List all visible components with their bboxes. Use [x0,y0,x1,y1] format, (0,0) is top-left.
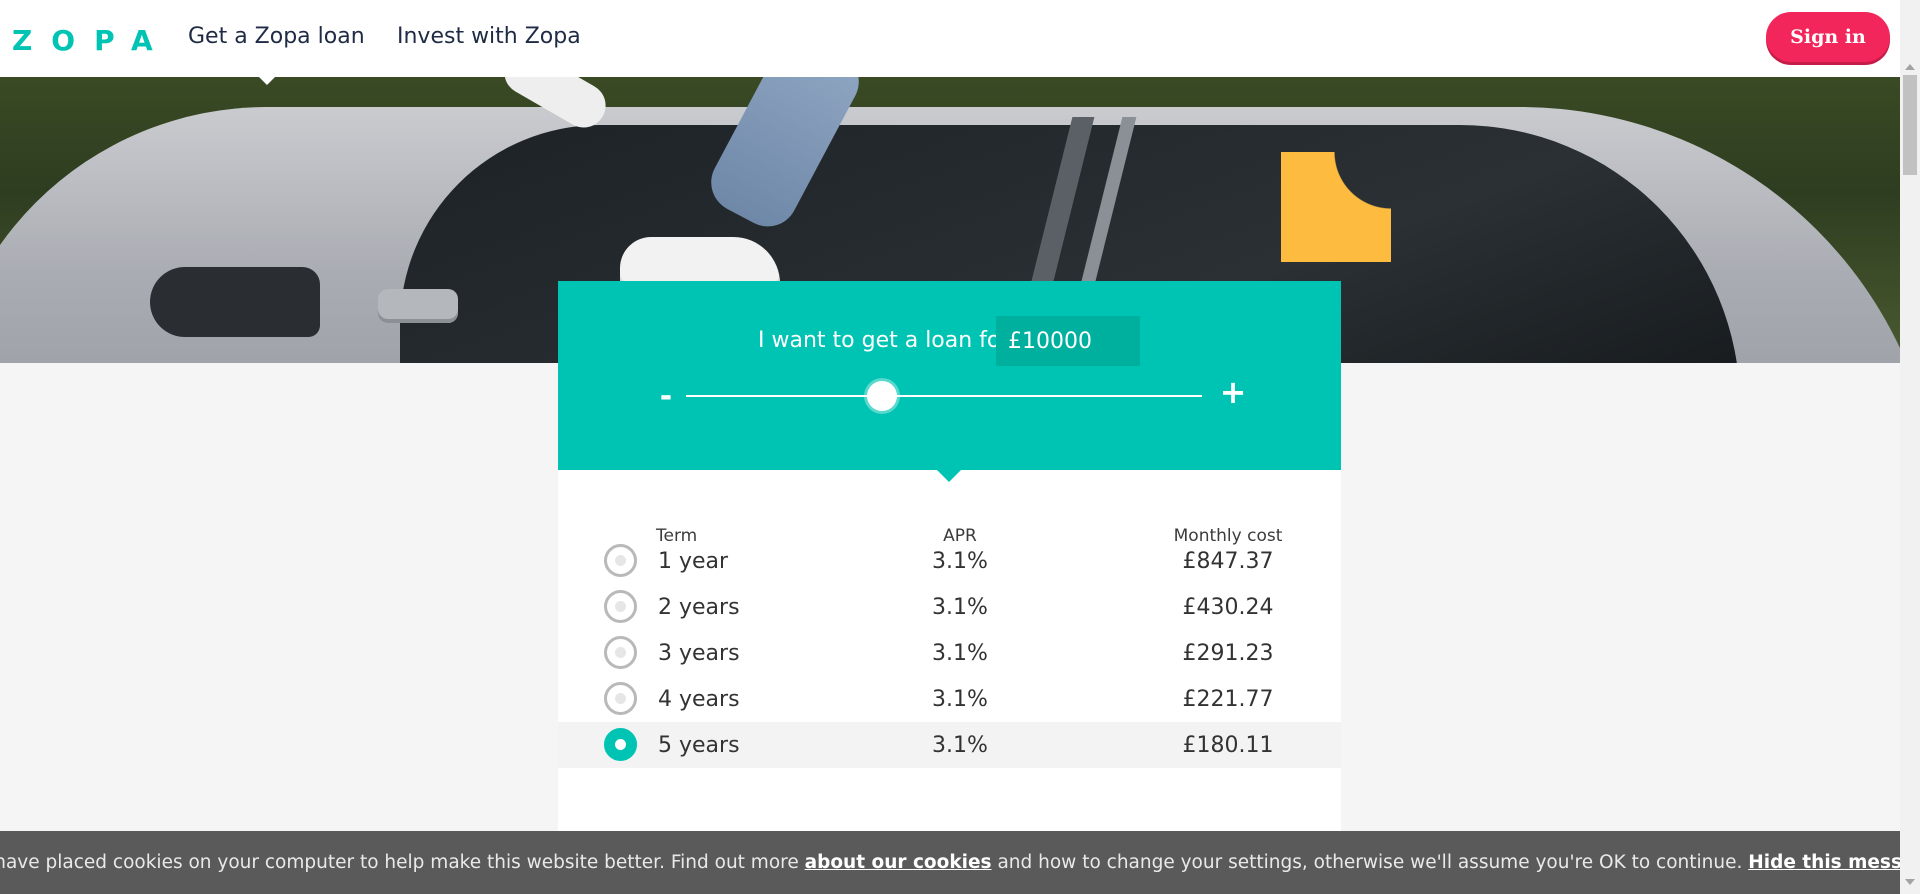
radio-unselected-icon[interactable] [604,636,637,669]
monthly-cost-value: £847.37 [1182,549,1274,574]
about-cookies-link[interactable]: about our cookies [805,852,992,873]
term-option-row[interactable]: 1 year 3.1% £847.37 [558,538,1341,584]
radio-unselected-icon[interactable] [604,682,637,715]
side-mirror-shape [150,267,320,337]
radio-selected-icon[interactable] [604,728,637,761]
term-value: 1 year [658,549,729,574]
term-value: 5 years [658,733,740,758]
panel-caret [937,470,961,482]
scroll-down-arrow-icon[interactable] [1905,879,1915,885]
loan-amount-slider[interactable] [686,395,1202,397]
term-option-row[interactable]: 3 years 3.1% £291.23 [558,630,1341,676]
radio-unselected-icon[interactable] [604,590,637,623]
term-option-row[interactable]: 2 years 3.1% £430.24 [558,584,1341,630]
apr-value: 3.1% [932,733,988,758]
page-scrollbar[interactable] [1900,0,1920,894]
increase-amount-button[interactable]: + [1218,373,1248,411]
site-header: ZOPA Get a Zopa loan Invest with Zopa Si… [0,0,1900,77]
apr-value: 3.1% [932,549,988,574]
slider-handle[interactable] [867,381,898,411]
monthly-cost-value: £291.23 [1182,641,1274,666]
zopa-logo[interactable]: ZOPA [12,24,172,57]
cookie-banner: We have placed cookies on your computer … [0,831,1920,894]
nav-invest[interactable]: Invest with Zopa [397,24,581,49]
decrease-amount-button[interactable]: - [654,379,678,414]
monthly-cost-value: £180.11 [1182,733,1274,758]
nav-get-loan[interactable]: Get a Zopa loan [188,24,365,49]
term-value: 3 years [658,641,740,666]
radio-unselected-icon[interactable] [604,544,637,577]
decorative-yellow-arc [1281,152,1391,262]
scrollbar-thumb[interactable] [1903,75,1917,175]
term-option-row[interactable]: 5 years 3.1% £180.11 [558,722,1341,768]
sign-in-button[interactable]: Sign in [1766,12,1890,62]
term-value: 2 years [658,595,740,620]
apr-value: 3.1% [932,687,988,712]
apr-value: 3.1% [932,595,988,620]
cookie-message: We have placed cookies on your computer … [0,852,799,873]
hide-cookie-message-link[interactable]: Hide this message [1748,852,1920,873]
scroll-up-arrow-icon[interactable] [1905,64,1915,70]
door-handle-shape [378,289,458,323]
loan-calculator-panel: I want to get a loan for - + [558,281,1341,470]
loan-amount-label: I want to get a loan for [758,328,1010,353]
term-value: 4 years [658,687,740,712]
monthly-cost-value: £221.77 [1182,687,1274,712]
term-option-row[interactable]: 4 years 3.1% £221.77 [558,676,1341,722]
cookie-message-continued: and how to change your settings, otherwi… [997,852,1743,873]
active-nav-caret [257,75,277,85]
apr-value: 3.1% [932,641,988,666]
monthly-cost-value: £430.24 [1182,595,1274,620]
loan-amount-input[interactable] [996,316,1140,366]
